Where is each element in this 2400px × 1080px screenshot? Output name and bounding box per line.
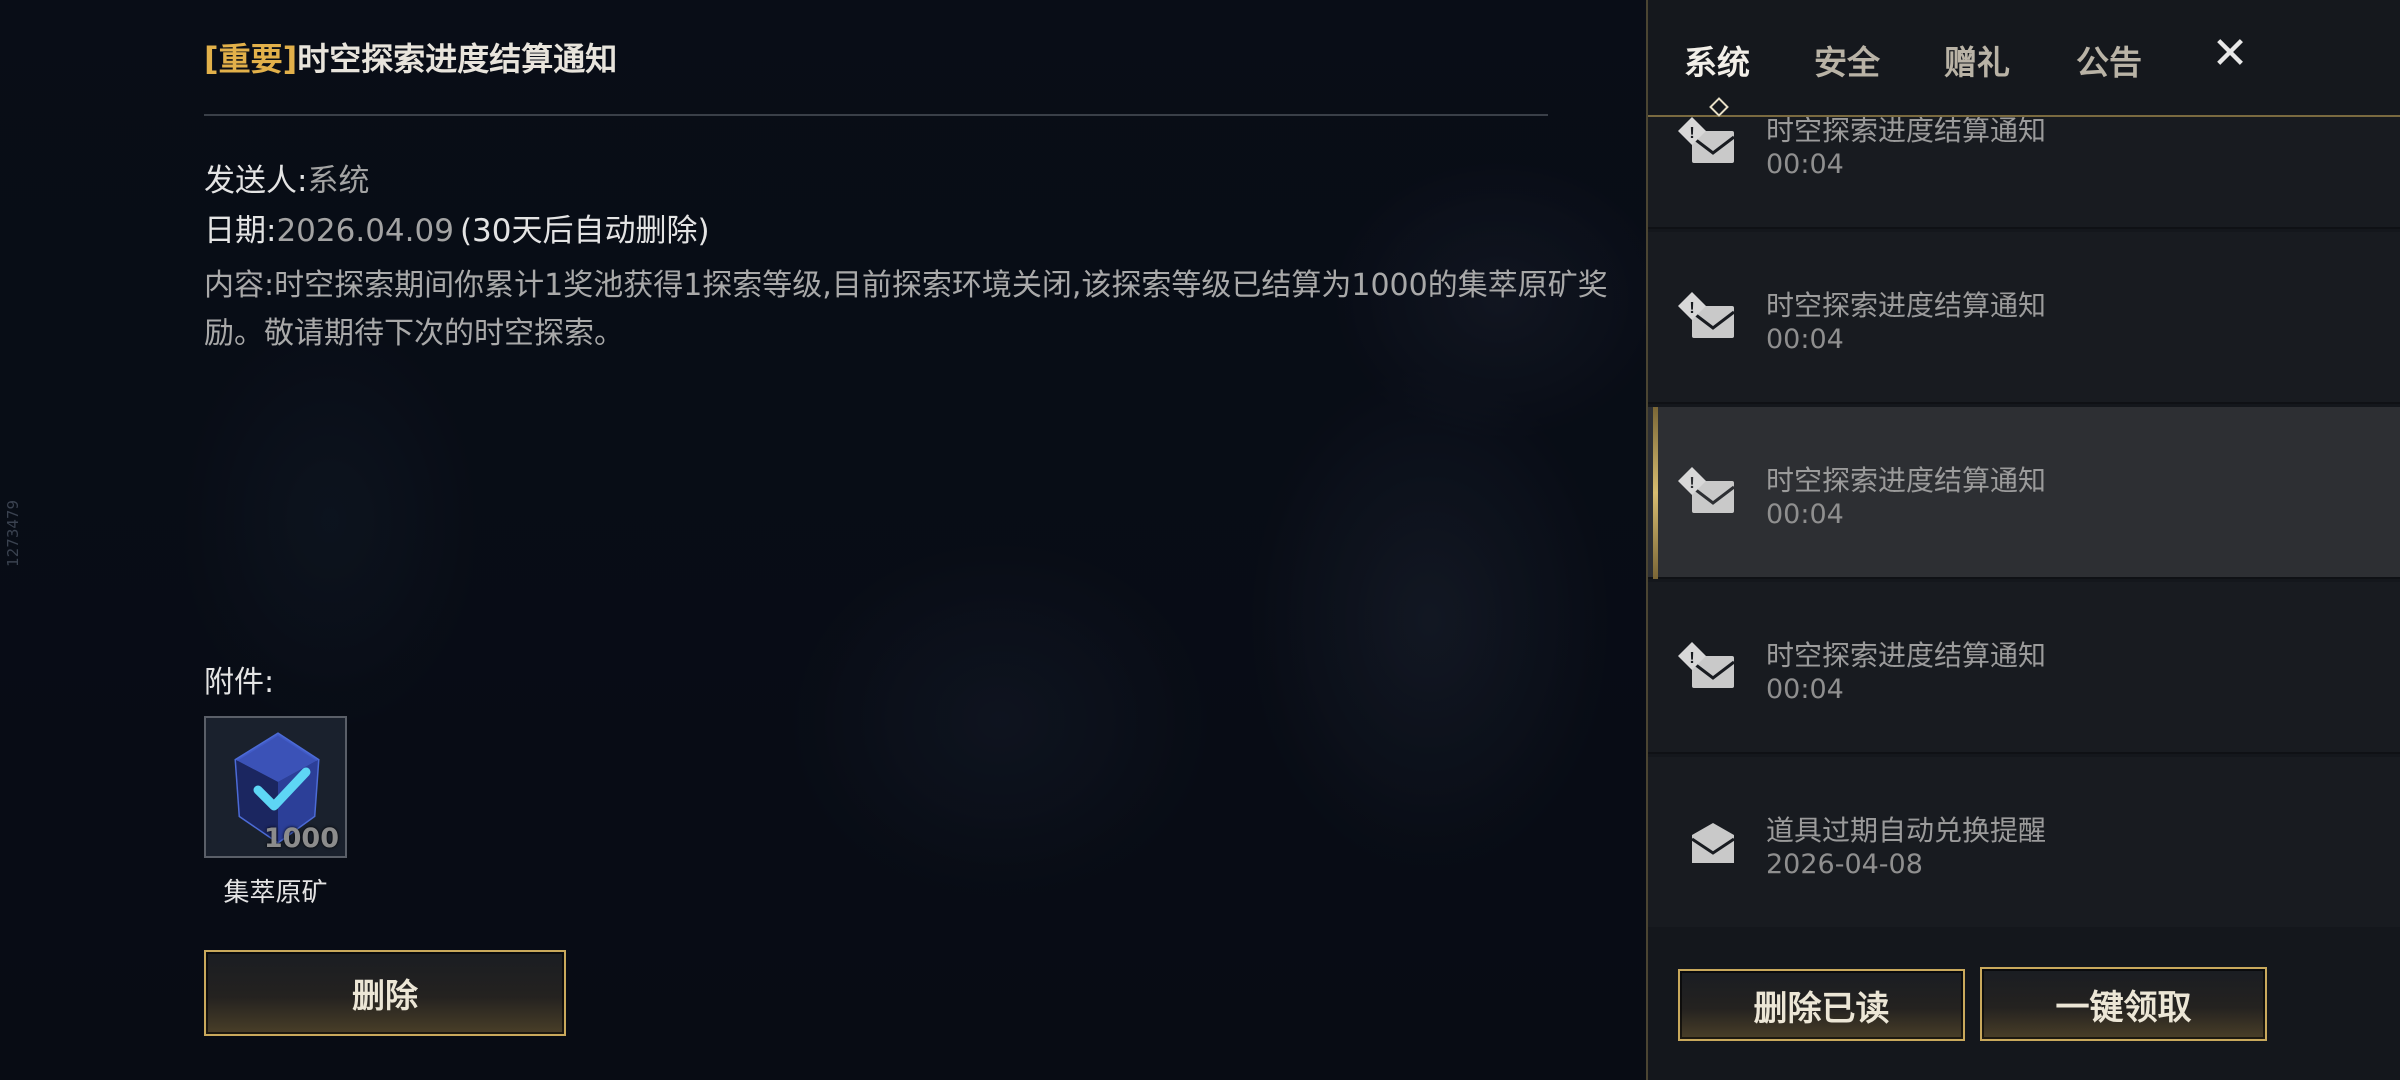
svg-text:!: !: [1689, 475, 1694, 492]
mail-item-time: 2026-04-08: [1766, 849, 1923, 880]
mail-item[interactable]: 道具过期自动兑换提醒 2026-04-08: [1648, 757, 2400, 927]
side-id-watermark: 1273479: [4, 500, 22, 567]
mail-item-time: 00:04: [1766, 149, 1844, 180]
mail-content: 内容:时空探索期间你累计1奖池获得1探索等级,目前探索环境关闭,该探索等级已结算…: [204, 268, 1608, 351]
mail-item-title: 时空探索进度结算通知: [1766, 289, 2047, 322]
mail-panel: 系统 安全 赠礼 公告 ✕ ! 时空探索进度结算通知 00:04 ! 时空探索进…: [1648, 0, 2400, 1080]
sender-row: 发送人:系统: [204, 155, 369, 200]
close-icon[interactable]: ✕: [2206, 30, 2254, 78]
mail-item-title: 时空探索进度结算通知: [1766, 464, 2047, 497]
mail-detail: [重要]时空探索进度结算通知 发送人:系统 日期:2026.04.09 (30天后…: [204, 0, 1624, 1080]
important-mail-icon: !: [1678, 117, 1738, 171]
claim-all-button[interactable]: 一键领取: [1980, 967, 2267, 1041]
mail-item-title: 时空探索进度结算通知: [1766, 639, 2047, 672]
title-divider: [204, 114, 1548, 116]
panel-footer: 删除已读 一键领取: [1648, 927, 2400, 1080]
date-label: 日期:: [204, 213, 277, 249]
mail-item-time: 00:04: [1766, 499, 1844, 530]
svg-text:!: !: [1689, 650, 1694, 667]
mail-tabs: 系统 安全 赠礼 公告 ✕: [1648, 0, 2400, 117]
mail-item-time: 00:04: [1766, 324, 1844, 355]
attachment-item[interactable]: 1000: [204, 716, 347, 858]
tab-announcement[interactable]: 公告: [2076, 36, 2142, 84]
attachment-label: 附件:: [204, 665, 275, 700]
active-tab-marker: [1709, 97, 1729, 117]
delete-button[interactable]: 删除: [204, 950, 566, 1036]
tab-gift[interactable]: 赠礼: [1944, 36, 2010, 84]
sender-value: 系统: [307, 163, 370, 199]
tab-security[interactable]: 安全: [1814, 36, 1880, 84]
sender-label: 发送人:: [204, 163, 308, 199]
attachment-name: 集萃原矿: [223, 878, 328, 908]
important-mail-icon: !: [1678, 465, 1738, 521]
date-value: 2026.04.09: [276, 213, 454, 249]
mail-item[interactable]: ! 时空探索进度结算通知 00:04: [1648, 117, 2400, 229]
opened-mail-icon: [1678, 815, 1738, 871]
mail-item-selected[interactable]: ! 时空探索进度结算通知 00:04: [1648, 407, 2400, 579]
expire-note: (30天后自动删除): [459, 213, 710, 249]
svg-text:!: !: [1689, 125, 1694, 142]
mail-item[interactable]: ! 时空探索进度结算通知 00:04: [1648, 232, 2400, 404]
mail-item[interactable]: ! 时空探索进度结算通知 00:04: [1648, 582, 2400, 754]
svg-text:!: !: [1689, 300, 1694, 317]
mail-title-text: 时空探索进度结算通知: [297, 40, 618, 78]
important-mail-icon: !: [1678, 640, 1738, 696]
mail-list[interactable]: ! 时空探索进度结算通知 00:04 ! 时空探索进度结算通知 00:04 ! …: [1648, 117, 2400, 927]
mail-item-time: 00:04: [1766, 674, 1844, 705]
important-mail-icon: !: [1678, 290, 1738, 346]
mail-title: [重要]时空探索进度结算通知: [204, 34, 617, 80]
mail-item-title: 时空探索进度结算通知: [1766, 117, 2047, 147]
attachment-quantity: 1000: [263, 823, 339, 854]
tab-system[interactable]: 系统: [1684, 36, 1750, 84]
selection-bar: [1653, 407, 1658, 579]
date-row: 日期:2026.04.09 (30天后自动删除): [204, 205, 710, 250]
delete-read-button[interactable]: 删除已读: [1678, 969, 1965, 1041]
mail-item-title: 道具过期自动兑换提醒: [1766, 814, 2047, 847]
important-tag: [重要]: [204, 40, 298, 78]
